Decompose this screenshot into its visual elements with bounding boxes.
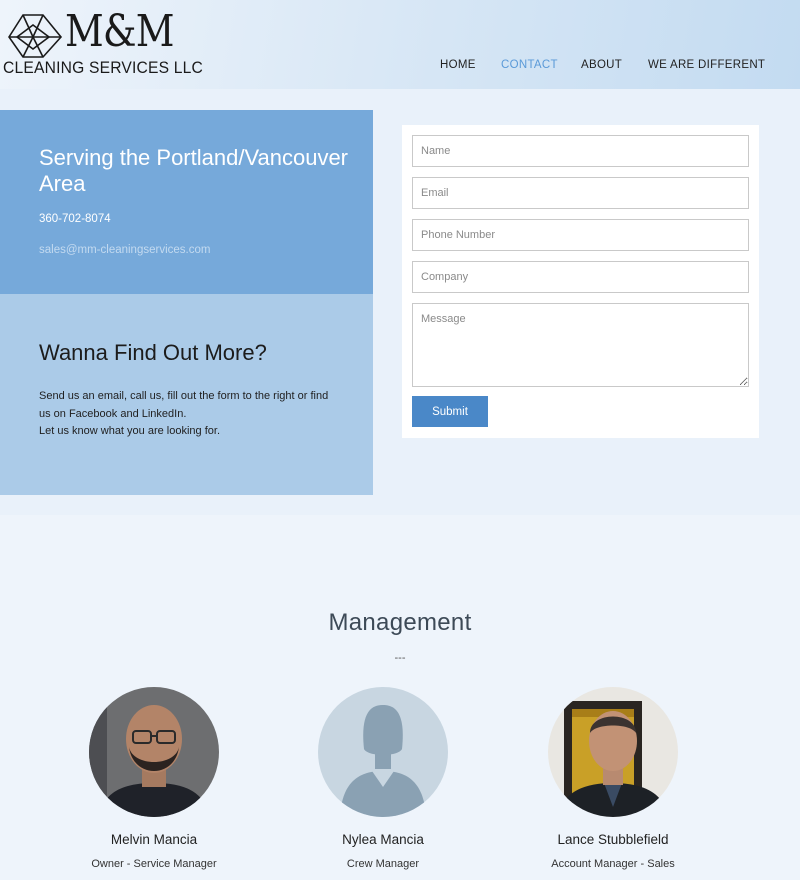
placeholder-silhouette-icon (318, 687, 448, 817)
management-title: Management (328, 609, 472, 636)
phone-number[interactable]: 360-702-8074 (39, 213, 111, 225)
avatar-nylea (318, 687, 448, 817)
find-out-more-panel: Wanna Find Out More? Send us an email, c… (0, 294, 373, 495)
nav-about[interactable]: ABOUT (581, 59, 622, 71)
member-role: Account Manager - Sales (551, 858, 675, 870)
email-input[interactable] (412, 177, 749, 209)
member-role: Crew Manager (346, 858, 420, 870)
phone-input[interactable] (412, 219, 749, 251)
site-header: M&M CLEANING SERVICES LLC HOME CONTACT A… (0, 0, 800, 89)
member-role: Owner - Service Manager (91, 858, 217, 870)
logo-wordmark: M&M (65, 6, 174, 57)
find-out-more-line2: Let us know what you are looking for. (39, 425, 220, 437)
team-member-card: Melvin Mancia Owner - Service Manager (39, 687, 269, 870)
name-input[interactable] (412, 135, 749, 167)
logo-cube-icon (8, 14, 63, 58)
main-nav: HOME CONTACT ABOUT WE ARE DIFFERENT (0, 59, 800, 75)
avatar-lance (548, 687, 678, 817)
person-photo-icon (548, 687, 678, 817)
team-member-card: Nylea Mancia Crew Manager (268, 687, 498, 870)
contact-info-panel: Serving the Portland/Vancouver Area 360-… (0, 110, 373, 294)
find-out-more-line1: Send us an email, call us, fill out the … (39, 390, 329, 420)
nav-contact[interactable]: CONTACT (501, 59, 558, 71)
avatar-melvin (89, 687, 219, 817)
nav-we-are-different[interactable]: WE ARE DIFFERENT (648, 59, 765, 71)
message-textarea[interactable] (412, 303, 749, 387)
company-input[interactable] (412, 261, 749, 293)
find-out-more-heading: Wanna Find Out More? (39, 340, 267, 365)
member-name: Lance Stubblefield (557, 832, 669, 847)
member-name: Melvin Mancia (110, 832, 198, 847)
team-member-card: Lance Stubblefield Account Manager - Sal… (498, 687, 728, 870)
service-area-heading: Serving the Portland/Vancouver Area (39, 145, 348, 196)
nav-home[interactable]: HOME (440, 59, 476, 71)
email-link[interactable]: sales@mm-cleaningservices.com (39, 244, 210, 256)
member-name: Nylea Mancia (342, 832, 424, 847)
management-divider: --- (394, 652, 406, 664)
contact-form: Submit (402, 125, 759, 438)
submit-button[interactable]: Submit (412, 396, 488, 427)
person-photo-icon (89, 687, 219, 817)
find-out-more-text: Send us an email, call us, fill out the … (39, 388, 339, 441)
